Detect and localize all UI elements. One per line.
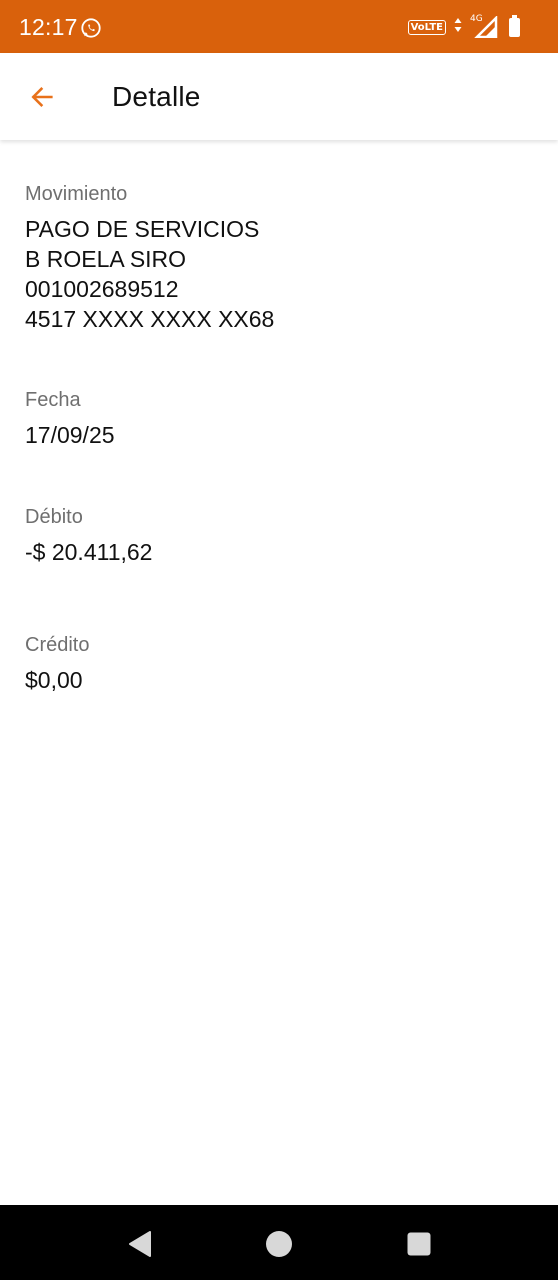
field-credito: Crédito $0,00	[25, 631, 535, 695]
app-bar: Detalle	[0, 53, 558, 140]
system-nav-bar	[0, 1205, 558, 1280]
field-label-movimiento: Movimiento	[25, 183, 128, 205]
field-movimiento: Movimiento PAGO DE SERVICIOS B ROELA SIR…	[25, 180, 535, 334]
nav-home-button[interactable]	[264, 1229, 294, 1259]
status-time: 12:17	[19, 14, 78, 40]
battery-icon	[509, 15, 520, 37]
status-bar: 12:17 VoLTE 4G	[0, 0, 558, 53]
field-value-fecha: 17/09/25	[25, 422, 115, 448]
circle-home-icon	[266, 1231, 292, 1257]
back-button[interactable]	[18, 73, 66, 121]
nav-back-button[interactable]	[125, 1229, 155, 1259]
page-title: Detalle	[112, 81, 201, 112]
nav-recents-button[interactable]	[404, 1229, 434, 1259]
field-debito: Débito -$ 20.411,62	[25, 503, 535, 567]
volte-badge: VoLTE	[407, 19, 446, 35]
arrow-left-icon	[31, 87, 53, 107]
square-recents-icon	[407, 1232, 431, 1256]
field-label-fecha: Fecha	[25, 389, 81, 411]
data-arrows-icon	[454, 17, 462, 38]
field-value-credito: $0,00	[25, 667, 83, 693]
movimiento-line-2: B ROELA SIRO	[25, 246, 187, 272]
field-fecha: Fecha 17/09/25	[25, 386, 535, 450]
field-value-movimiento: PAGO DE SERVICIOS B ROELA SIRO 001002689…	[25, 214, 535, 334]
field-label-credito: Crédito	[25, 634, 90, 656]
status-indicators: VoLTE 4G	[407, 14, 520, 39]
movimiento-line-3: 001002689512	[25, 276, 179, 302]
signal-icon: 4G	[470, 14, 498, 38]
triangle-back-icon	[129, 1231, 151, 1257]
whatsapp-icon	[80, 17, 102, 39]
movimiento-line-1: PAGO DE SERVICIOS	[25, 216, 260, 242]
field-value-debito: -$ 20.411,62	[25, 539, 153, 565]
field-label-debito: Débito	[25, 506, 83, 528]
movimiento-line-4: 4517 XXXX XXXX XX68	[25, 306, 275, 332]
